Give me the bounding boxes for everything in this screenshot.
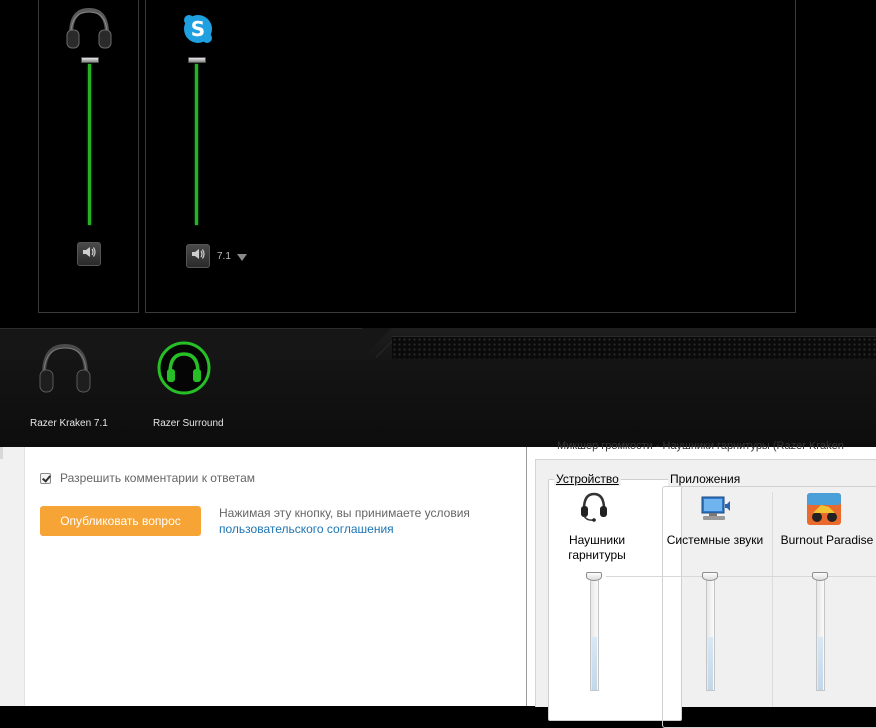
burnout-paradise-icon xyxy=(807,493,841,530)
question-form-page: Разрешить комментарии к ответам Опублико… xyxy=(0,447,526,706)
channel-label: Burnout Paradise xyxy=(780,533,874,547)
master-volume-track[interactable] xyxy=(88,64,91,225)
channel-volume-thumb[interactable] xyxy=(586,572,602,581)
device-label-kraken: Razer Kraken 7.1 xyxy=(30,418,108,429)
thumb-guide-line xyxy=(606,576,876,577)
channel-volume-fill xyxy=(708,637,713,690)
speaker-icon xyxy=(82,245,96,264)
terms-notice: Нажимая эту кнопку, вы принимаете услови… xyxy=(219,505,470,537)
device-group-label: Устройство xyxy=(554,472,621,486)
headset-icon xyxy=(579,491,609,528)
razer-device-bar: Razer Kraken 7.1 Razer Surround xyxy=(0,328,876,447)
skype-volume-track[interactable] xyxy=(195,64,198,225)
channel-label: Наушники гарнитуры xyxy=(559,533,635,563)
apps-separator xyxy=(772,492,773,707)
skype-volume-thumb[interactable] xyxy=(188,57,206,63)
device-label-surround: Razer Surround xyxy=(153,418,224,429)
skype-icon: S xyxy=(182,13,214,50)
razer-mixer: S 7.1 xyxy=(0,0,876,330)
terms-text: Нажимая эту кнопку, вы принимаете услови… xyxy=(219,506,470,520)
master-volume-thumb[interactable] xyxy=(81,57,99,63)
volume-mixer-window: Микшер громкости - Наушники гарнитуры (R… xyxy=(526,440,876,728)
allow-comments-checkbox[interactable] xyxy=(40,473,51,484)
channel-label: Системные звуки xyxy=(666,533,764,547)
skype-mode-label: 7.1 xyxy=(217,251,231,262)
apps-channel-panel: S 7.1 xyxy=(145,0,796,313)
system-sounds-icon xyxy=(699,494,731,529)
master-mute-button[interactable] xyxy=(77,242,101,266)
publish-question-button[interactable]: Опубликовать вопрос xyxy=(40,506,201,536)
master-channel-panel xyxy=(38,0,139,313)
channel-label-line1: Наушники xyxy=(568,533,626,547)
device-bar-mesh xyxy=(392,336,876,359)
razer-surround-icon xyxy=(157,341,211,399)
device-razer-kraken[interactable] xyxy=(37,340,93,401)
window-title: Микшер громкости - Наушники гарнитуры (R… xyxy=(557,440,844,452)
channel-label-line2: гарнитуры xyxy=(568,548,626,562)
device-razer-surround[interactable] xyxy=(157,341,211,400)
gutter-mark xyxy=(0,447,3,459)
svg-text:S: S xyxy=(191,17,205,41)
speaker-icon xyxy=(191,247,205,266)
channel-volume-fill xyxy=(818,637,823,690)
skype-mute-button[interactable] xyxy=(186,244,210,268)
channel-volume-thumb[interactable] xyxy=(812,572,828,581)
headphones-icon xyxy=(37,343,93,400)
channel-volume-thumb[interactable] xyxy=(702,572,718,581)
apps-group-label: Приложения xyxy=(668,472,743,486)
user-agreement-link[interactable]: пользовательского соглашения xyxy=(219,522,394,536)
channel-volume-fill xyxy=(592,637,597,690)
headphones-icon xyxy=(65,6,113,55)
allow-comments-label[interactable]: Разрешить комментарии к ответам xyxy=(60,471,255,485)
page-gutter xyxy=(0,447,25,706)
mode-dropdown-arrow[interactable] xyxy=(237,254,247,261)
apps-group-box xyxy=(662,486,876,728)
